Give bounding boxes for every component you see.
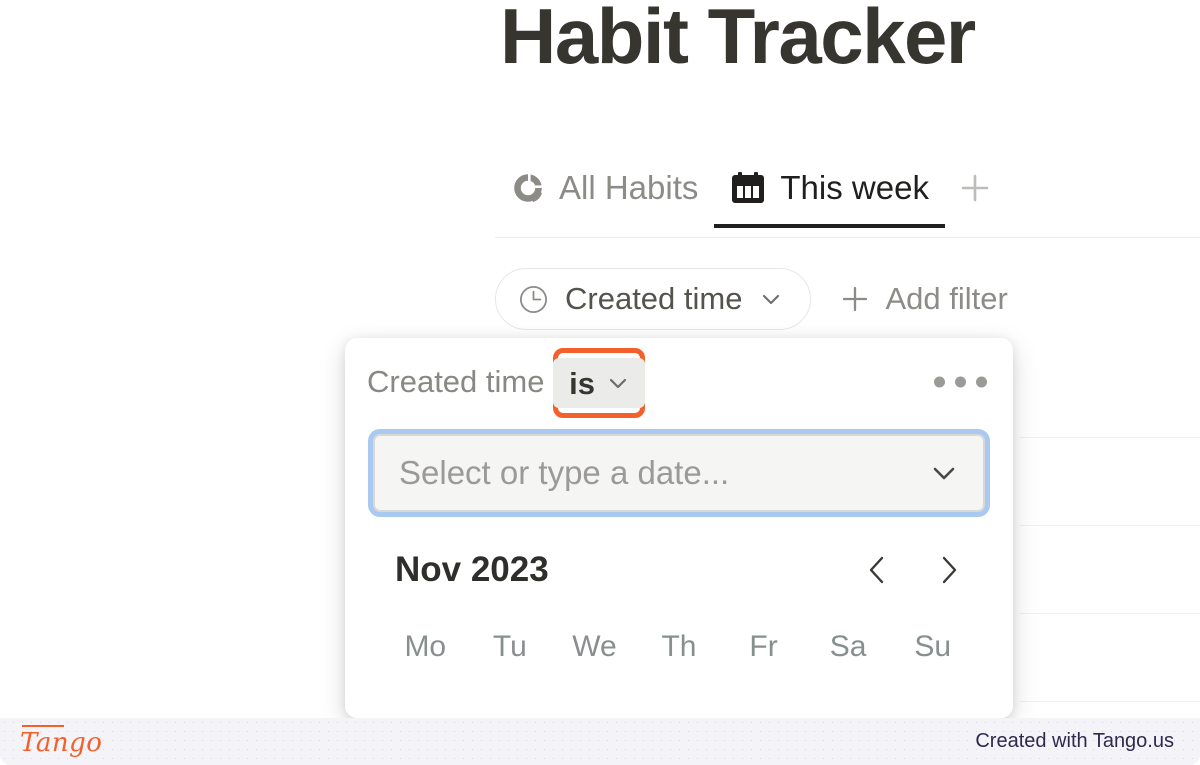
calendar-month-label: Nov 2023 bbox=[395, 550, 549, 589]
tango-logo: Tango bbox=[20, 724, 103, 758]
add-filter-label: Add filter bbox=[885, 281, 1008, 316]
tab-all-habits[interactable]: All Habits bbox=[495, 148, 714, 228]
highlight-box-operator: is bbox=[553, 348, 645, 418]
filter-bar: Created time Add filter bbox=[495, 268, 1014, 330]
calendar-weekday: Fr bbox=[749, 630, 778, 663]
date-input[interactable]: Select or type a date... bbox=[373, 434, 985, 512]
tab-label: This week bbox=[780, 169, 929, 206]
filter-editor-popover: Created time Select or type a date... No… bbox=[345, 338, 1013, 718]
calendar-weekday: Tu bbox=[492, 630, 527, 663]
calendar-icon bbox=[730, 171, 766, 205]
calendar-weekday: Sa bbox=[829, 630, 867, 663]
calendar-weekday: Th bbox=[661, 630, 697, 663]
background-table bbox=[1020, 350, 1200, 702]
app-canvas: Habit Tracker All Habits This week Creat… bbox=[0, 0, 1200, 718]
tango-screenshot-frame: Habit Tracker All Habits This week Creat… bbox=[0, 0, 1200, 765]
donut-chart-icon bbox=[511, 171, 545, 205]
footer-credit: Created with Tango.us bbox=[975, 730, 1174, 752]
chevron-right-icon[interactable] bbox=[935, 553, 963, 587]
filter-operator-dropdown[interactable]: is bbox=[553, 358, 645, 408]
calendar-weekday: Su bbox=[914, 630, 952, 663]
page-title: Habit Tracker bbox=[500, 0, 976, 80]
filter-pill-created-time[interactable]: Created time bbox=[495, 268, 812, 330]
chevron-left-icon[interactable] bbox=[863, 553, 891, 587]
filter-pill-label: Created time bbox=[565, 281, 743, 316]
kebab-icon[interactable] bbox=[934, 376, 987, 388]
date-picker-calendar: Nov 2023 Mo Tu We Th Fr Sa Su bbox=[373, 538, 985, 664]
view-tabs-bar: All Habits This week bbox=[495, 148, 1200, 238]
chevron-down-icon bbox=[605, 370, 631, 396]
table-row[interactable] bbox=[1020, 614, 1200, 702]
table-row[interactable] bbox=[1020, 526, 1200, 614]
tab-label: All Habits bbox=[559, 169, 699, 206]
filter-operator-label: is bbox=[569, 365, 595, 401]
plus-icon bbox=[956, 169, 994, 207]
calendar-header: Nov 2023 bbox=[373, 538, 985, 602]
plus-icon bbox=[839, 283, 871, 315]
clock-icon bbox=[518, 284, 549, 315]
filter-property-label: Created time bbox=[367, 364, 545, 399]
chevron-down-icon bbox=[758, 286, 784, 312]
add-filter-button[interactable]: Add filter bbox=[833, 281, 1013, 317]
add-view-button[interactable] bbox=[945, 148, 1005, 228]
popover-header: Created time bbox=[345, 338, 1013, 426]
tango-footer: Tango Created with Tango.us bbox=[0, 718, 1200, 765]
calendar-weekday-row: Mo Tu We Th Fr Sa Su bbox=[373, 630, 985, 664]
tab-this-week[interactable]: This week bbox=[714, 148, 945, 228]
table-row[interactable] bbox=[1020, 350, 1200, 438]
chevron-down-icon bbox=[927, 456, 961, 490]
date-input-placeholder: Select or type a date... bbox=[399, 454, 730, 491]
calendar-weekday: Mo bbox=[404, 630, 447, 663]
table-row[interactable] bbox=[1020, 438, 1200, 526]
calendar-weekday: We bbox=[572, 630, 617, 663]
